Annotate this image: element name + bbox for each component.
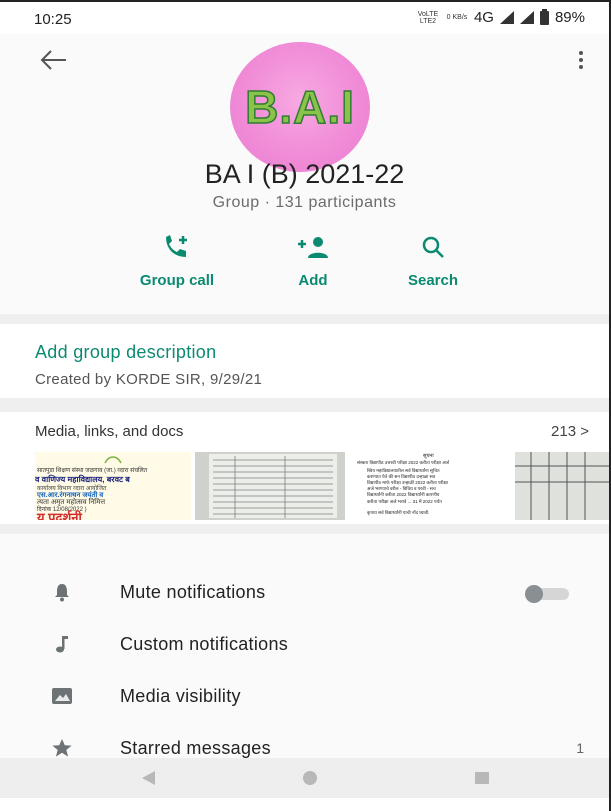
mute-notifications-label: Mute notifications: [120, 582, 266, 602]
triangle-back-icon[interactable]: [140, 770, 156, 786]
battery-level: 89%: [554, 9, 585, 26]
group-call-button[interactable]: Group call: [122, 232, 232, 289]
group-title: BA I (B) 2021-22: [204, 159, 405, 189]
volte-indicator: VoLTE LTE2: [417, 10, 439, 25]
created-by-text: Created by KORDE SIR, 9/29/21: [35, 371, 263, 388]
divider: [0, 398, 609, 412]
divider: [0, 314, 609, 324]
phone-plus-icon: [166, 235, 187, 257]
media-visibility-row[interactable]: Media visibility: [0, 672, 609, 720]
add-label: Add: [298, 272, 328, 289]
network-speed: 0 KB/s: [446, 14, 468, 21]
media-section: Media, links, and docs 213 > सातपुडा शिक…: [0, 412, 609, 524]
status-icons: VoLTE LTE2 0 KB/s 4G 89%: [416, 8, 585, 26]
group-description: Add group description Created by KORDE S…: [0, 324, 609, 398]
square-recents-icon[interactable]: [475, 772, 489, 784]
media-thumbnails: सातपुडा शिक्षण संस्था जळगाव (जा.) व्दारा…: [35, 452, 609, 520]
group-avatar[interactable]: B.A.I: [230, 42, 370, 172]
poster-line: य प्रदर्शनी: [37, 510, 82, 520]
star-icon: [52, 739, 72, 757]
toggle-knob: [525, 585, 543, 603]
signal-icon: [499, 11, 514, 24]
system-nav-bar: [0, 758, 609, 798]
notice-line: करीता परीक्षा अर्ज भरावे ... 31 में 2022…: [367, 499, 442, 504]
custom-notifications-row[interactable]: Custom notifications: [0, 620, 609, 668]
add-description-link[interactable]: Add group description: [35, 342, 216, 363]
poster-logo-icon: [104, 456, 122, 464]
status-bar: 10:25 VoLTE LTE2 0 KB/s 4G 89%: [0, 2, 609, 34]
starred-messages-label: Starred messages: [120, 738, 271, 758]
avatar-text: B.A.I: [244, 80, 355, 134]
notice-line: कृपया सर्व विद्यार्थ्यांनी याची नोंद घ्य…: [367, 510, 430, 515]
signal-icon-2: [519, 11, 534, 24]
notice-line: संस्करा विद्यापीठ उत्तरवी परीक्षा 2022 क…: [357, 460, 449, 465]
mute-notifications-row[interactable]: Mute notifications: [0, 568, 609, 616]
group-subtitle: Group · 131 participants: [212, 194, 397, 211]
action-bar: Group call Add Search: [0, 232, 609, 302]
mute-toggle[interactable]: [525, 585, 571, 603]
document-photo-icon: [195, 452, 345, 520]
group-header: B.A.I BA I (B) 2021-22 Group · 131 parti…: [0, 34, 609, 314]
status-time: 10:25: [34, 11, 72, 28]
bell-icon: [55, 584, 69, 602]
search-label: Search: [407, 272, 459, 289]
media-thumb-2[interactable]: [195, 452, 345, 520]
media-thumb-3[interactable]: सूचना संस्करा विद्यापीठ उत्तरवी परीक्षा …: [349, 452, 509, 520]
media-thumb-1[interactable]: सातपुडा शिक्षण संस्था जळगाव (जा.) व्दारा…: [35, 452, 191, 520]
media-visibility-label: Media visibility: [120, 686, 241, 706]
table-photo-icon: [515, 452, 609, 520]
battery-icon: [539, 8, 549, 25]
media-count[interactable]: 213 >: [551, 423, 589, 440]
add-person-icon: [298, 237, 328, 258]
media-heading[interactable]: Media, links, and docs: [35, 423, 183, 440]
screen: 10:25 VoLTE LTE2 0 KB/s 4G 89% B.A.I BA …: [0, 0, 611, 811]
bottom-strip: [0, 798, 609, 811]
music-note-icon: [56, 636, 68, 653]
custom-notifications-label: Custom notifications: [120, 634, 289, 654]
notice-line: विद्यार्थ्यांनी करीता 2022 विद्यार्थ्यां…: [367, 492, 440, 497]
network-type: 4G: [473, 9, 494, 26]
divider: [0, 524, 609, 534]
search-button[interactable]: Search: [378, 232, 488, 289]
settings-list: Mute notifications Custom notifications: [0, 534, 609, 758]
more-vert-icon[interactable]: [577, 48, 585, 72]
media-thumb-4[interactable]: [515, 452, 609, 520]
image-icon: [52, 688, 72, 704]
arrow-left-icon[interactable]: [38, 48, 68, 72]
circle-home-icon[interactable]: [303, 771, 317, 785]
add-button[interactable]: Add: [258, 232, 368, 289]
starred-count: 1: [576, 740, 584, 756]
notice-line: सूचना: [423, 453, 434, 459]
group-call-label: Group call: [139, 272, 215, 289]
poster-line: सातपुडा शिक्षण संस्था जळगाव (जा.) व्दारा…: [37, 468, 148, 474]
search-icon: [422, 236, 444, 258]
